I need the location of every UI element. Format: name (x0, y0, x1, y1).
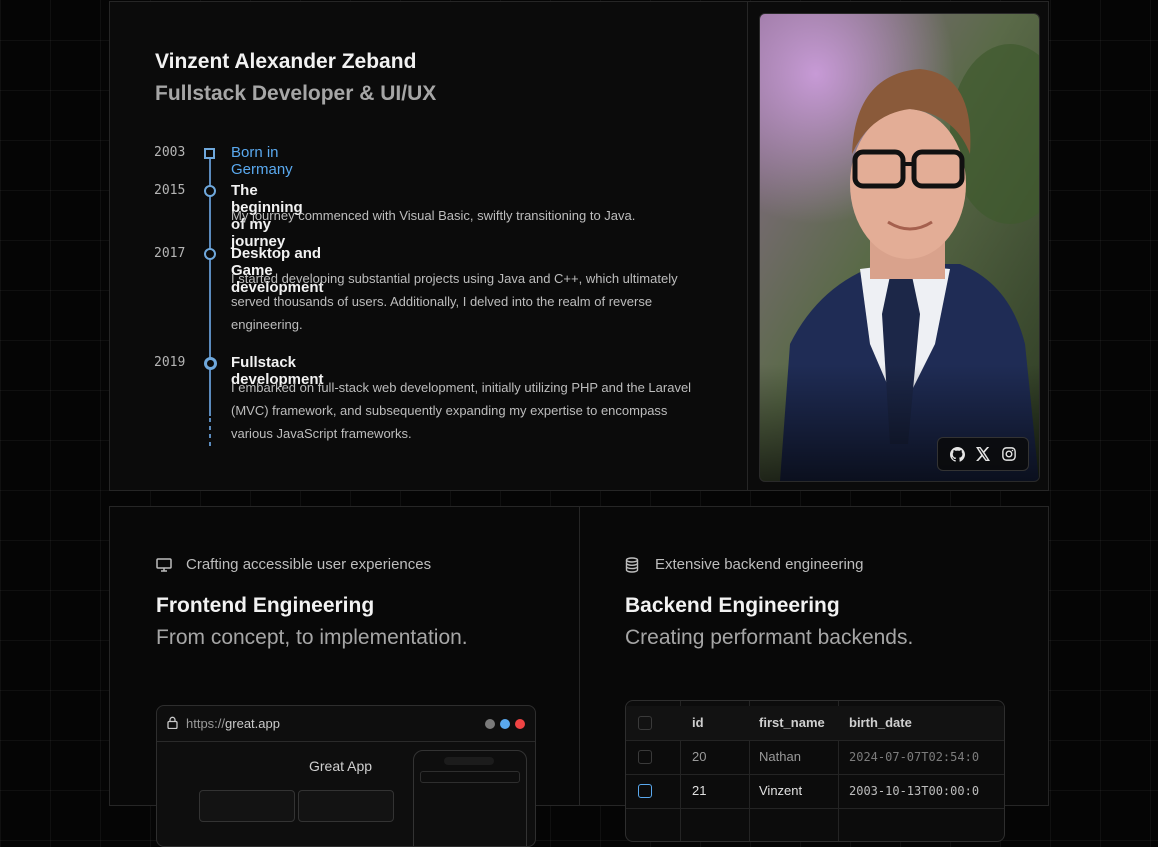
table-row[interactable]: 21 Vinzent 2003-10-13T00:00:0 (626, 774, 1004, 809)
timeline-description: My journey commenced with Visual Basic, … (231, 208, 636, 223)
timeline-dashed-end (209, 418, 211, 446)
cell-birth-date: 2003-10-13T00:00:0 (849, 784, 980, 798)
lock-icon (167, 716, 178, 732)
backend-title: Backend Engineering (625, 594, 840, 617)
app-placeholder-button[interactable] (199, 790, 295, 822)
frontend-section: Crafting accessible user experiences Fro… (110, 507, 579, 847)
frontend-title: Frontend Engineering (156, 594, 375, 617)
row-checkbox[interactable] (638, 750, 652, 764)
frontend-tag-label: Crafting accessible user experiences (186, 556, 432, 573)
cell-first-name: Nathan (759, 749, 801, 764)
timeline-year: 2003 (154, 145, 186, 160)
monitor-icon (156, 557, 174, 573)
table-row[interactable]: 20 Nathan 2024-07-07T02:54:0 (626, 740, 1004, 775)
backend-tag: Extensive backend engineering (625, 556, 863, 573)
app-placeholder-button[interactable] (298, 790, 394, 822)
portrait-illustration (760, 14, 1039, 481)
timeline-description: I started developing substantial project… (231, 271, 678, 332)
timeline-node-icon (204, 248, 216, 260)
table-header-row: id first_name birth_date (626, 706, 1004, 741)
window-dot-gray[interactable] (485, 718, 495, 729)
browser-address-bar: https://great.app (157, 706, 535, 742)
cell-id: 20 (692, 749, 707, 764)
timeline-year: 2015 (154, 183, 186, 198)
backend-subtitle: Creating performant backends. (625, 626, 914, 649)
instagram-icon[interactable] (1001, 446, 1017, 462)
column-header-birth-date[interactable]: birth_date (849, 706, 912, 740)
mobile-notch (444, 757, 494, 765)
frontend-tag: Crafting accessible user experiences (156, 556, 431, 573)
timeline-year: 2017 (154, 246, 186, 261)
row-checkbox[interactable] (638, 784, 652, 798)
github-icon[interactable] (949, 446, 965, 462)
profile-card: Vinzent Alexander Zeband Fullstack Devel… (109, 1, 1049, 491)
timeline-year: 2019 (154, 355, 186, 370)
cell-birth-date: 2024-07-07T02:54:0 (849, 750, 980, 764)
timeline-description: I embarked on full-stack web development… (231, 380, 692, 441)
timeline-node-icon (204, 185, 216, 197)
window-dot-blue[interactable] (500, 718, 510, 729)
backend-tag-label: Extensive backend engineering (655, 556, 864, 573)
profile-photo (759, 13, 1040, 482)
cell-first-name: Vinzent (759, 783, 803, 798)
backend-section: Extensive backend engineering Backend En… (579, 507, 1048, 842)
timeline-node-active-icon (204, 357, 217, 370)
frontend-subtitle: From concept, to implementation. (156, 626, 468, 649)
select-all-checkbox[interactable] (638, 716, 652, 730)
profile-divider (747, 2, 748, 490)
mobile-input-placeholder (420, 771, 520, 783)
column-header-first-name[interactable]: first_name (759, 706, 825, 740)
window-controls (485, 718, 525, 729)
browser-url: https://great.app (167, 716, 280, 732)
mobile-preview (413, 750, 527, 846)
cell-id: 21 (692, 783, 707, 798)
window-dot-red[interactable] (515, 718, 525, 729)
engineering-card: Crafting accessible user experiences Fro… (109, 506, 1049, 847)
timeline-node-square-icon (204, 148, 215, 159)
profile-name: Vinzent Alexander Zeband (155, 50, 417, 73)
url-protocol: https:// (186, 716, 226, 731)
browser-mockup: https://great.app Great App (156, 705, 536, 847)
url-host: great.app (225, 716, 280, 731)
profile-role: Fullstack Developer & UI/UX (155, 82, 437, 105)
app-title: Great App (309, 758, 373, 774)
database-table: id first_name birth_date 20 Nathan 2024-… (625, 700, 1005, 842)
x-icon[interactable] (975, 446, 991, 462)
database-icon (625, 556, 643, 573)
social-links (937, 437, 1029, 471)
column-header-id[interactable]: id (692, 706, 704, 740)
timeline-title: Born in Germany (231, 144, 293, 178)
